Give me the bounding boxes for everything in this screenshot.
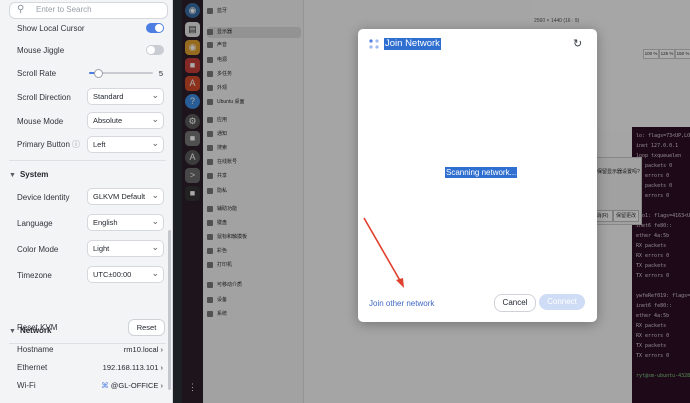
wifi-label: Wi-Fi [17, 381, 36, 390]
scroll-rate-slider-handle[interactable] [93, 69, 103, 78]
refresh-icon[interactable]: ↻ [573, 37, 582, 50]
system-section-header[interactable]: ▼ System [9, 170, 48, 179]
language-select[interactable]: English ⌄ [87, 214, 164, 231]
help-icon[interactable]: ⓘ [72, 139, 80, 150]
language-value: English [93, 218, 118, 227]
show-local-cursor-toggle[interactable] [146, 23, 164, 33]
ethernet-label: Ethernet [17, 363, 48, 372]
modal-title: Join Network [384, 38, 441, 50]
search-placeholder: Enter to Search [36, 5, 92, 14]
hostname-text: rm10.local [123, 345, 159, 354]
chevron-down-icon: ⌄ [151, 268, 159, 278]
timezone-value: UTC±00:00 [93, 270, 132, 279]
hostname-label: Hostname [17, 345, 54, 354]
reset-kvm-button[interactable]: Reset [128, 319, 165, 336]
network-section-title: Network [19, 326, 52, 335]
device-identity-value: GLKVM Default [93, 192, 146, 201]
mouse-mode-label: Mouse Mode [17, 117, 64, 126]
ethernet-value[interactable]: 192.168.113.101 › [103, 363, 163, 372]
hostname-value[interactable]: rm10.local › [124, 345, 163, 354]
ethernet-text: 192.168.113.101 [102, 363, 159, 372]
join-other-network-link[interactable]: Join other network [369, 299, 434, 308]
annotation-arrow [363, 217, 404, 288]
color-mode-value: Light [93, 244, 110, 253]
chevron-down-icon: ⌄ [151, 90, 159, 100]
primary-button-select[interactable]: Left ⌄ [87, 136, 164, 153]
mouse-jiggle-label: Mouse Jiggle [17, 46, 65, 55]
panel-scrollbar[interactable] [168, 230, 171, 390]
kvm-settings-panel: ⚲ Enter to Search Show Local Cursor Mous… [0, 0, 173, 403]
network-section-header[interactable]: ▼ Network [9, 326, 52, 335]
scroll-direction-select[interactable]: Standard ⌄ [87, 88, 164, 105]
system-section-title: System [19, 170, 49, 179]
divider [9, 343, 166, 344]
chevron-down-icon: ⌄ [151, 138, 159, 148]
connect-button[interactable]: Connect [539, 294, 585, 310]
scroll-direction-value: Standard [93, 92, 124, 101]
network-scan-icon [369, 39, 379, 49]
scroll-direction-label: Scroll Direction [17, 93, 71, 102]
chevron-down-icon: ⌄ [151, 114, 159, 124]
primary-button-value: Left [93, 140, 106, 149]
scanning-status: Scanning network... [445, 167, 518, 178]
language-label: Language [17, 219, 53, 228]
scroll-rate-value: 5 [158, 69, 163, 78]
mouse-mode-value: Absolute [93, 116, 123, 125]
divider [9, 160, 166, 161]
mouse-mode-select[interactable]: Absolute ⌄ [87, 112, 164, 129]
chevron-down-icon: ▼ [9, 172, 16, 179]
search-icon: ⚲ [17, 4, 25, 15]
chevron-down-icon: ⌄ [151, 216, 159, 226]
device-identity-select[interactable]: GLKVM Default ⌄ [87, 188, 164, 205]
mouse-jiggle-toggle[interactable] [146, 45, 164, 55]
settings-search-input[interactable]: ⚲ Enter to Search [9, 2, 168, 19]
timezone-select[interactable]: UTC±00:00 ⌄ [87, 266, 164, 283]
wifi-value[interactable]: ⌘ @GL-OFFICE › [101, 381, 163, 390]
show-local-cursor-label: Show Local Cursor [17, 24, 85, 33]
color-mode-select[interactable]: Light ⌄ [87, 240, 164, 257]
wifi-icon: ⌘ [101, 381, 109, 390]
chevron-down-icon: ▼ [9, 328, 16, 335]
cancel-button[interactable]: Cancel [494, 294, 536, 312]
chevron-down-icon: ⌄ [151, 242, 159, 252]
timezone-label: Timezone [17, 271, 52, 280]
wifi-text: @GL-OFFICE [110, 381, 159, 390]
color-mode-label: Color Mode [17, 245, 59, 254]
chevron-down-icon: ⌄ [151, 190, 159, 200]
primary-button-label: Primary Button [17, 140, 70, 149]
device-identity-label: Device Identity [17, 193, 70, 202]
scroll-rate-label: Scroll Rate [17, 69, 57, 78]
